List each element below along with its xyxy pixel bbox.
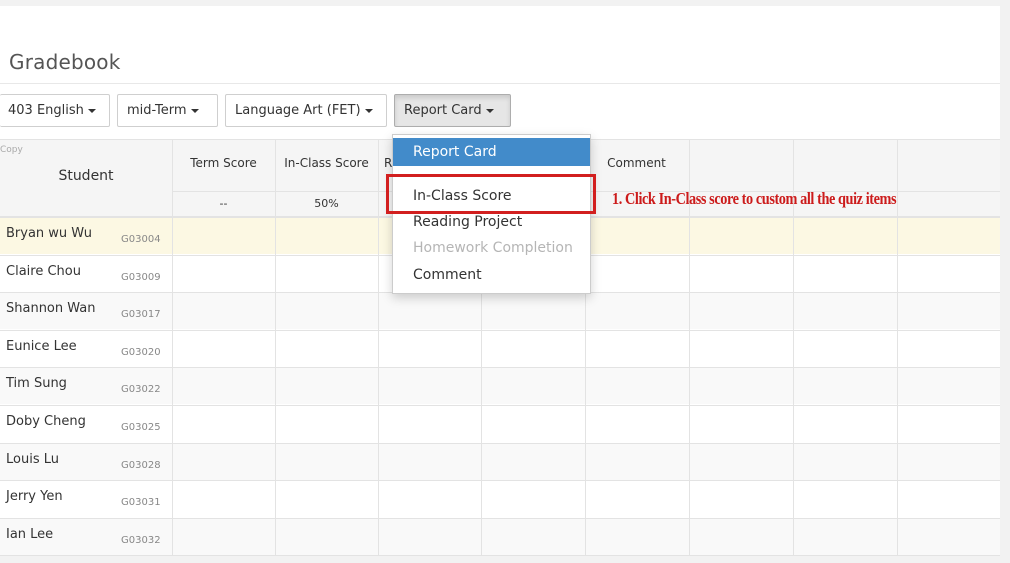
student-name: Louis Lu	[6, 451, 59, 467]
caret-down-icon	[190, 108, 199, 113]
dropdown-item-homework-completion: Homework Completion	[413, 240, 573, 256]
caret-down-icon	[364, 108, 373, 113]
student-name: Doby Cheng	[6, 414, 86, 429]
student-id: G03020	[121, 346, 161, 358]
dropdown-item-reading-project[interactable]: Reading Project	[413, 214, 522, 230]
table-row[interactable]: Louis Lu G03028	[0, 442, 1000, 480]
table-row[interactable]: Jerry Yen G03031	[0, 480, 1000, 517]
row-divider	[0, 480, 1000, 482]
row-divider	[0, 367, 1000, 369]
student-name: Ian Lee	[6, 526, 54, 542]
table-row[interactable]: Shannon Wan G03017	[0, 292, 1000, 330]
gradebook-panel: Gradebook 403 English mid-Term Language …	[0, 6, 1000, 556]
row-divider	[0, 555, 1000, 556]
student-name: Claire Chou	[6, 263, 81, 279]
student-id: G03031	[121, 497, 161, 509]
row-divider	[0, 405, 1000, 406]
table-row[interactable]: Tim Sung G03022	[0, 367, 1000, 405]
column-divider	[378, 139, 379, 556]
student-name: Bryan wu Wu	[6, 226, 92, 241]
row-divider	[0, 329, 1000, 331]
student-name: Shannon Wan	[6, 301, 96, 317]
student-id: G03025	[121, 422, 161, 433]
student-id: G03009	[121, 271, 161, 283]
in-class-score-weight: 50%	[314, 197, 339, 210]
dropdown-item-report-card[interactable]: Report Card	[393, 138, 590, 166]
student-name: Eunice Lee	[6, 338, 77, 354]
view-select-button[interactable]: Report Card	[394, 94, 511, 127]
title-divider	[0, 83, 1000, 84]
subject-select-label: Language Art (FET)	[235, 103, 361, 118]
dropdown-item-comment[interactable]: Comment	[413, 267, 482, 283]
table-row[interactable]: Ian Lee G03032	[0, 517, 1000, 555]
term-score-summary: --	[219, 197, 228, 210]
student-id: G03022	[121, 384, 161, 396]
annotation-highlight-box	[386, 174, 596, 214]
term-select-button[interactable]: mid-Term	[117, 94, 218, 127]
student-name: Tim Sung	[6, 376, 67, 392]
student-id: G03032	[121, 534, 161, 546]
annotation-text: 1. Click In-Class score to custom all th…	[612, 189, 897, 208]
caret-down-icon	[87, 108, 96, 113]
subject-select-button[interactable]: Language Art (FET)	[225, 94, 387, 127]
column-header[interactable]: Term Score	[172, 156, 275, 170]
page-title: Gradebook	[9, 50, 121, 74]
row-divider	[0, 517, 1000, 519]
student-id: G03004	[121, 234, 161, 245]
class-select-button[interactable]: 403 English	[0, 94, 110, 127]
student-column-header: Student	[58, 168, 114, 184]
view-select-label: Report Card	[404, 103, 482, 118]
table-row[interactable]: Eunice Lee G03020	[0, 330, 1000, 367]
column-header[interactable]: In-Class Score	[275, 156, 378, 170]
column-divider	[897, 139, 898, 556]
table-row[interactable]: Doby Cheng G03025	[0, 405, 1000, 442]
class-select-label: 403 English	[8, 103, 84, 118]
column-divider	[275, 139, 276, 556]
view-dropdown-menu: Report Card In-Class Score Reading Proje…	[392, 134, 591, 294]
column-header[interactable]: Comment	[585, 156, 688, 170]
student-name: Jerry Yen	[6, 489, 63, 505]
student-id: G03017	[121, 309, 161, 321]
caret-down-icon	[485, 108, 494, 113]
row-divider	[0, 442, 1000, 444]
copy-link[interactable]: Copy	[0, 145, 23, 155]
term-select-label: mid-Term	[127, 103, 187, 118]
student-id: G03028	[121, 459, 161, 471]
column-divider	[172, 139, 173, 556]
